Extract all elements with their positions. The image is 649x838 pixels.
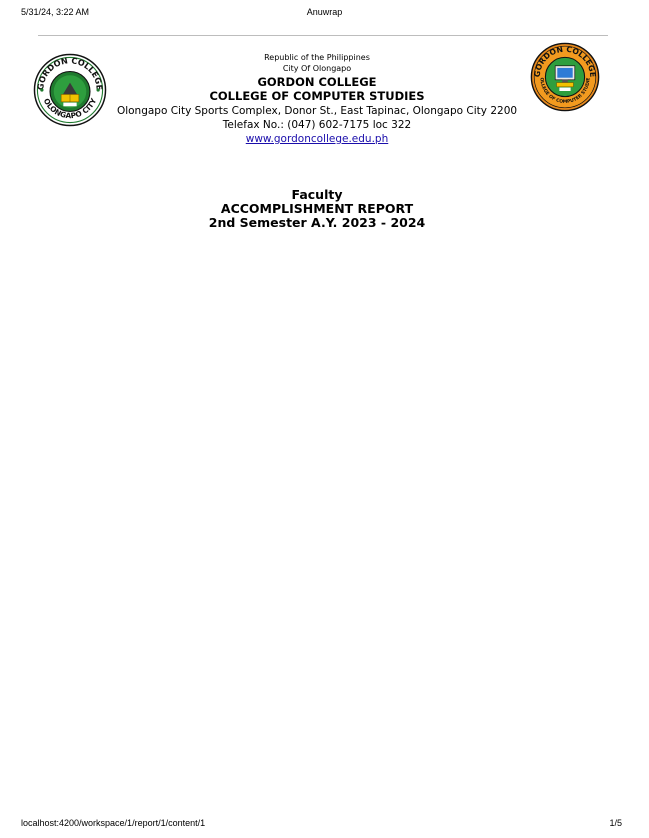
school-name: GORDON COLLEGE — [257, 75, 377, 89]
page-number: 1/5 — [609, 818, 622, 828]
report-title-line-2: ACCOMPLISHMENT REPORT — [220, 201, 414, 216]
city-line: City Of Olongapo — [282, 64, 352, 73]
department-name: COLLEGE OF COMPUTER STUDIES — [209, 89, 425, 103]
report-title-line-1: Faculty — [291, 187, 343, 202]
header-divider — [38, 35, 608, 36]
gordon-college-seal: GORDON COLLEGE OLONGAPO CITY — [33, 53, 107, 127]
telefax-line: Telefax No.: (047) 602-7175 loc 322 — [222, 119, 412, 131]
report-title-line-3: 2nd Semester A.Y. 2023 - 2024 — [208, 215, 426, 230]
school-address: Olongapo City Sports Complex, Donor St.,… — [116, 105, 518, 117]
website-link[interactable]: www.gordoncollege.edu.ph — [100, 132, 534, 146]
report-title: Faculty ACCOMPLISHMENT REPORT 2nd Semest… — [0, 188, 634, 230]
computer-studies-seal: GORDON COLLEGE COLLEGE OF COMPUTER STUDI… — [530, 42, 600, 112]
letterhead: Republic of the Philippines City Of Olon… — [100, 52, 534, 146]
print-page-title: Anuwrap — [306, 7, 343, 17]
print-url: localhost:4200/workspace/1/report/1/cont… — [21, 818, 206, 828]
